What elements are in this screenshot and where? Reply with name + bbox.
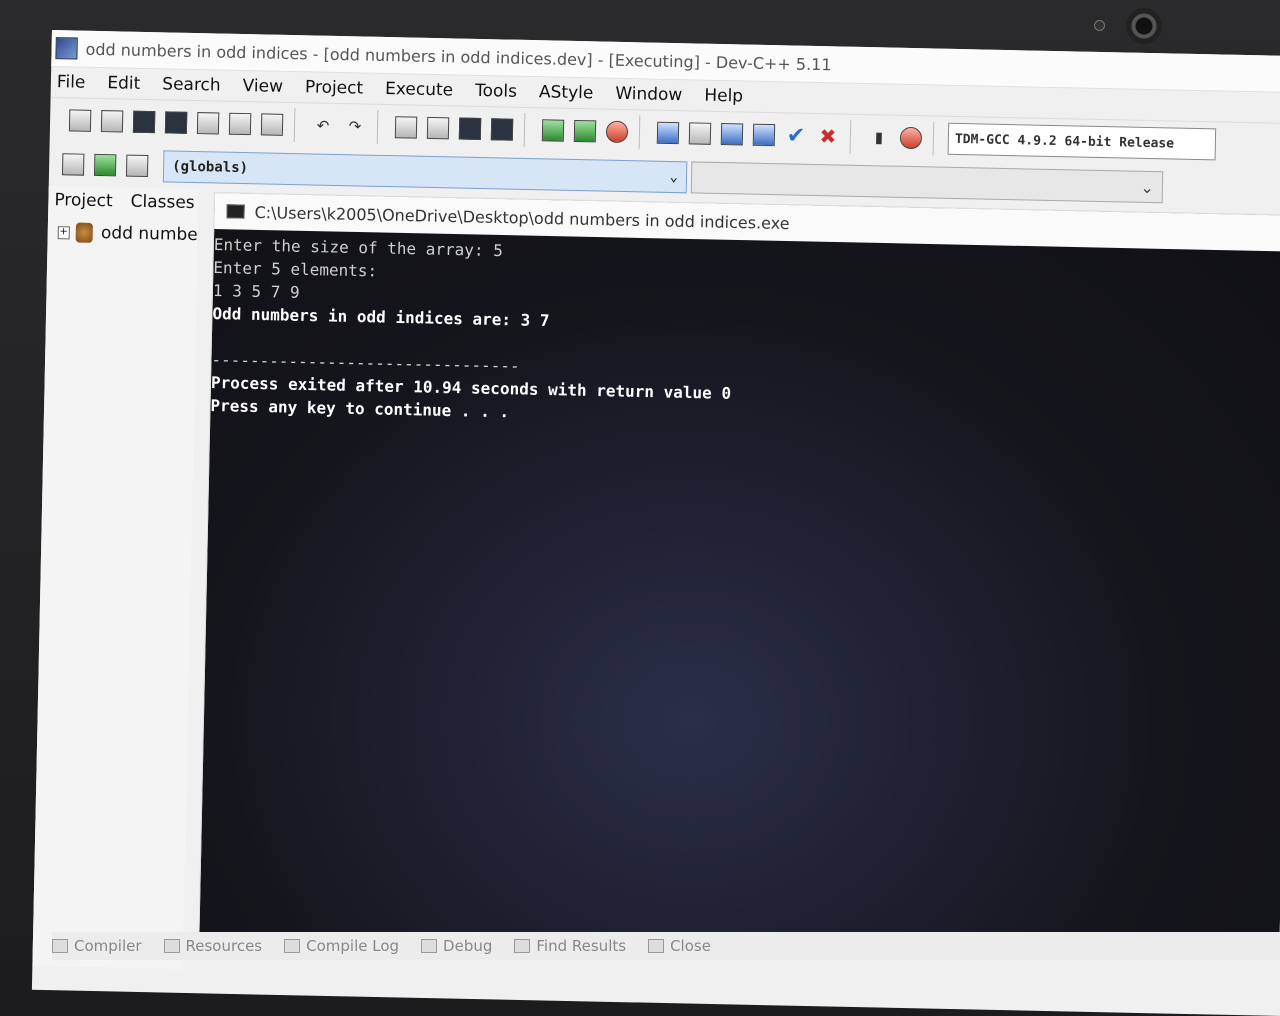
project-tree-label: odd numbe <box>100 223 198 246</box>
run-icon[interactable] <box>687 120 714 147</box>
menu-help[interactable]: Help <box>704 86 743 107</box>
bookmark-icon[interactable] <box>124 153 151 180</box>
add-to-project-icon[interactable] <box>540 117 567 144</box>
menu-view[interactable]: View <box>242 76 283 97</box>
menu-file[interactable]: File <box>57 72 86 93</box>
new-file-icon[interactable] <box>67 107 94 134</box>
close-all-icon[interactable] <box>227 111 254 138</box>
window-title: odd numbers in odd indices - [odd number… <box>85 39 832 74</box>
members-dropdown[interactable]: ⌄ <box>690 161 1164 204</box>
save-all-icon[interactable] <box>163 109 190 136</box>
compile-run-icon[interactable] <box>719 121 746 148</box>
camera-led-icon <box>1094 20 1105 31</box>
print-icon[interactable] <box>259 111 286 138</box>
chevron-down-icon: ⌄ <box>669 168 679 186</box>
tab-compiler[interactable]: Compiler <box>52 937 142 955</box>
project-tree-item[interactable]: + odd numbe <box>57 222 198 246</box>
compiler-select[interactable]: TDM-GCC 4.9.2 64-bit Release <box>947 122 1217 161</box>
scope-value: (globals) <box>171 158 249 177</box>
menu-window[interactable]: Window <box>615 84 682 105</box>
compiler-icon <box>52 939 68 953</box>
debug-icon <box>421 939 438 953</box>
close-icon <box>648 939 665 953</box>
syntax-check-icon[interactable]: ✔ <box>783 122 810 149</box>
delete-profile-icon[interactable] <box>898 125 925 152</box>
indent-icon[interactable] <box>457 116 484 143</box>
project-options-icon[interactable] <box>604 119 631 146</box>
tab-classes[interactable]: Classes <box>130 192 194 213</box>
scope-dropdown[interactable]: (globals) ⌄ <box>162 150 688 194</box>
menu-tools[interactable]: Tools <box>475 81 517 102</box>
undo-icon[interactable]: ↶ <box>310 112 337 139</box>
replace-icon[interactable] <box>425 115 452 142</box>
console-window[interactable]: C:\Users\k2005\OneDrive\Desktop\odd numb… <box>198 192 1280 957</box>
compile-icon[interactable] <box>655 120 682 147</box>
menu-execute[interactable]: Execute <box>385 79 453 100</box>
tab-compile-log[interactable]: Compile Log <box>284 937 399 955</box>
redo-icon[interactable]: ↷ <box>342 113 369 140</box>
menu-edit[interactable]: Edit <box>107 73 140 94</box>
tab-resources[interactable]: Resources <box>163 937 262 955</box>
console-title: C:\Users\k2005\OneDrive\Desktop\odd numb… <box>254 202 790 233</box>
find-icon[interactable] <box>393 114 420 141</box>
close-file-icon[interactable] <box>195 110 222 137</box>
find-results-icon <box>514 939 531 953</box>
menu-search[interactable]: Search <box>162 74 221 95</box>
chevron-down-icon: ⌄ <box>1140 177 1155 197</box>
rebuild-icon[interactable] <box>751 122 778 149</box>
resources-icon <box>163 939 180 953</box>
tab-project[interactable]: Project <box>54 190 113 211</box>
expand-icon[interactable]: + <box>57 225 70 239</box>
project-icon <box>75 222 94 243</box>
unindent-icon[interactable] <box>489 116 516 143</box>
remove-from-project-icon[interactable] <box>572 118 599 145</box>
console-app-icon <box>226 204 245 219</box>
open-file-icon[interactable] <box>99 108 126 135</box>
tab-debug[interactable]: Debug <box>421 937 492 955</box>
menu-project[interactable]: Project <box>305 77 364 98</box>
goto-icon[interactable] <box>92 152 119 179</box>
save-icon[interactable] <box>131 109 158 136</box>
insert-icon[interactable] <box>60 151 87 178</box>
menu-astyle[interactable]: AStyle <box>539 82 594 103</box>
bottom-tabs: Compiler Resources Compile Log Debug Fin… <box>52 932 1280 960</box>
compile-log-icon <box>284 939 301 953</box>
webcam-icon <box>1126 8 1162 44</box>
stop-execution-icon[interactable]: ✖ <box>815 123 842 150</box>
console-output: Enter the size of the array: 5 Enter 5 e… <box>210 229 1280 440</box>
devcpp-app-icon <box>55 37 78 60</box>
project-pane: Project Classes + odd numbe <box>32 185 199 969</box>
profile-chart-icon[interactable]: ▮ <box>866 124 893 151</box>
tab-close[interactable]: Close <box>648 937 711 955</box>
tab-find-results[interactable]: Find Results <box>514 937 626 955</box>
